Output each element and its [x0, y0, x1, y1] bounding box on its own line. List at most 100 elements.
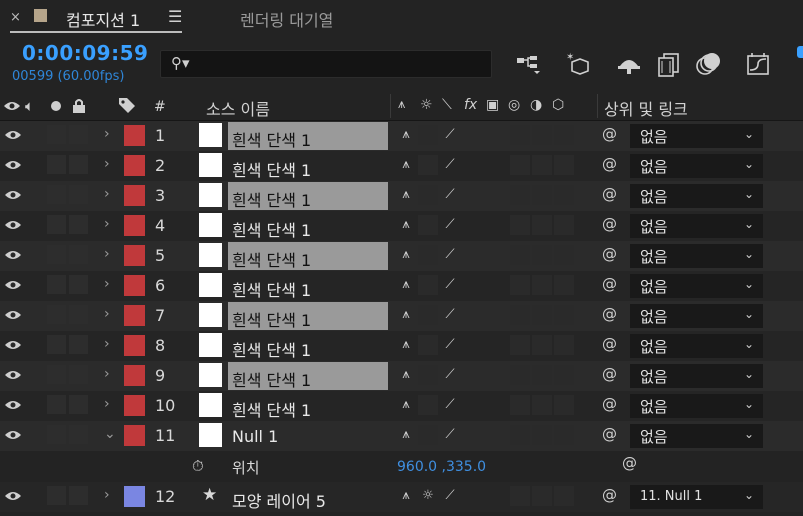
collapse-switch-header-icon[interactable]: ☼ — [420, 97, 433, 113]
visibility-eye-icon[interactable] — [4, 127, 22, 141]
3d-switch[interactable] — [554, 335, 574, 355]
chevron-down-icon[interactable]: ⌄ — [744, 488, 754, 502]
chevron-down-icon[interactable]: ⌄ — [744, 367, 754, 381]
adjustment-switch[interactable] — [532, 275, 552, 295]
layer-name[interactable]: 흰색 단색 1 — [232, 127, 311, 151]
parent-link-header[interactable]: 상위 및 링크 — [604, 96, 688, 120]
motion-blur-switch[interactable] — [510, 125, 530, 145]
adjustment-header-icon[interactable]: ◑ — [530, 97, 542, 113]
close-tab-icon[interactable]: × — [10, 10, 21, 25]
motion-blur-switch[interactable] — [510, 365, 530, 385]
solo-switch[interactable] — [47, 395, 66, 414]
shy-switch-icon[interactable]: ⩚ — [396, 486, 416, 506]
layer-name[interactable]: 흰색 단색 1 — [232, 247, 311, 271]
solo-switch[interactable] — [47, 125, 66, 144]
lock-switch[interactable] — [69, 185, 88, 204]
label-color-swatch[interactable] — [124, 215, 145, 236]
shy-switch-icon[interactable]: ⩚ — [396, 365, 416, 385]
collapse-chevron-icon[interactable]: ⌄ — [104, 426, 116, 442]
chevron-down-icon[interactable]: ⌄ — [744, 187, 754, 201]
collapse-switch[interactable] — [418, 125, 438, 145]
motion-blur-icon[interactable] — [694, 50, 722, 78]
collapse-switch[interactable] — [418, 155, 438, 175]
lock-header-icon[interactable] — [72, 98, 86, 118]
adjustment-switch[interactable] — [532, 245, 552, 265]
label-color-swatch[interactable] — [124, 275, 145, 296]
layer-name[interactable]: Null 1 — [232, 427, 278, 446]
chevron-down-icon[interactable]: ⌄ — [744, 217, 754, 231]
layer-row-5[interactable]: › 5 흰색 단색 1 ⩚ ⟋ @ 없음 ⌄ — [0, 241, 803, 271]
position-value[interactable]: 960.0 ,335.0 — [397, 459, 486, 475]
pick-whip-icon[interactable]: @ — [602, 395, 617, 413]
layer-row-2[interactable]: › 2 흰색 단색 1 ⩚ ⟋ @ 없음 ⌄ — [0, 151, 803, 181]
video-switch-header-icon[interactable] — [3, 98, 21, 117]
collapse-switch[interactable] — [418, 395, 438, 415]
shy-switch-icon[interactable]: ⩚ — [396, 155, 416, 175]
chevron-down-icon[interactable]: ⌄ — [744, 157, 754, 171]
3d-switch[interactable] — [554, 395, 574, 415]
label-color-swatch[interactable] — [124, 185, 145, 206]
label-color-swatch[interactable] — [124, 125, 145, 146]
collapse-switch[interactable] — [418, 335, 438, 355]
chevron-down-icon[interactable]: ⌄ — [744, 397, 754, 411]
solo-switch[interactable] — [47, 486, 66, 505]
pick-whip-icon[interactable]: @ — [602, 215, 617, 233]
visibility-eye-icon[interactable] — [4, 427, 22, 441]
expand-chevron-icon[interactable]: › — [104, 336, 110, 352]
search-icon[interactable]: ⚲▾ — [171, 54, 190, 72]
lock-switch[interactable] — [69, 155, 88, 174]
layer-row-9[interactable]: › 9 흰색 단색 1 ⩚ ⟋ @ 없음 ⌄ — [0, 361, 803, 391]
adjustment-switch[interactable] — [532, 155, 552, 175]
label-color-swatch[interactable] — [124, 245, 145, 266]
lock-switch[interactable] — [69, 275, 88, 294]
collapse-switch[interactable] — [418, 245, 438, 265]
pick-whip-icon[interactable]: @ — [602, 275, 617, 293]
solo-switch[interactable] — [47, 275, 66, 294]
chevron-down-icon[interactable]: ⌄ — [744, 127, 754, 141]
collapse-switch[interactable] — [418, 425, 438, 445]
quality-switch-icon[interactable]: ⟋ — [440, 305, 460, 325]
composition-flowchart-icon[interactable] — [514, 50, 542, 78]
quality-switch-icon[interactable]: ⟋ — [440, 335, 460, 355]
pick-whip-icon[interactable]: @ — [602, 305, 617, 323]
layer-row-11[interactable]: ⌄ 11 Null 1 ⩚ ⟋ @ 없음 ⌄ — [0, 421, 803, 451]
pick-whip-icon[interactable]: @ — [602, 155, 617, 173]
source-name-header[interactable]: 소스 이름 — [206, 96, 270, 120]
motion-blur-switch[interactable] — [510, 275, 530, 295]
chevron-down-icon[interactable]: ⌄ — [744, 247, 754, 261]
visibility-eye-icon[interactable] — [4, 157, 22, 171]
visibility-eye-icon[interactable] — [4, 187, 22, 201]
3d-switch[interactable] — [554, 305, 574, 325]
layer-row-4[interactable]: › 4 흰색 단색 1 ⩚ ⟋ @ 없음 ⌄ — [0, 211, 803, 241]
expand-chevron-icon[interactable]: › — [104, 487, 110, 503]
3d-switch[interactable] — [554, 125, 574, 145]
visibility-eye-icon[interactable] — [4, 247, 22, 261]
layer-name[interactable]: 모양 레이어 5 — [232, 488, 326, 512]
shy-switch-icon[interactable]: ⩚ — [396, 185, 416, 205]
pick-whip-icon[interactable]: @ — [622, 454, 637, 472]
lock-switch[interactable] — [69, 215, 88, 234]
visibility-eye-icon[interactable] — [4, 367, 22, 381]
3d-switch[interactable] — [554, 486, 574, 506]
layer-row-3[interactable]: › 3 흰색 단색 1 ⩚ ⟋ @ 없음 ⌄ — [0, 181, 803, 211]
quality-switch-icon[interactable]: ⟋ — [440, 155, 460, 175]
label-color-swatch[interactable] — [124, 305, 145, 326]
adjustment-switch[interactable] — [532, 305, 552, 325]
expand-chevron-icon[interactable]: › — [104, 156, 110, 172]
3d-switch[interactable] — [554, 365, 574, 385]
adjustment-switch[interactable] — [532, 215, 552, 235]
layer-row-10[interactable]: › 10 흰색 단색 1 ⩚ ⟋ @ 없음 ⌄ — [0, 391, 803, 421]
3d-switch[interactable] — [554, 245, 574, 265]
quality-switch-icon[interactable]: ⟋ — [440, 125, 460, 145]
shy-layers-icon[interactable] — [615, 50, 643, 78]
layer-name[interactable]: 흰색 단색 1 — [232, 397, 311, 421]
visibility-eye-icon[interactable] — [4, 488, 22, 502]
shy-switch-icon[interactable]: ⩚ — [396, 335, 416, 355]
chevron-down-icon[interactable]: ⌄ — [744, 277, 754, 291]
solo-header-icon[interactable] — [51, 101, 61, 111]
pick-whip-icon[interactable]: @ — [602, 125, 617, 143]
expand-chevron-icon[interactable]: › — [104, 276, 110, 292]
quality-switch-icon[interactable]: ⟋ — [440, 425, 460, 445]
quality-switch-icon[interactable]: ⟋ — [440, 215, 460, 235]
3d-switch[interactable] — [554, 185, 574, 205]
